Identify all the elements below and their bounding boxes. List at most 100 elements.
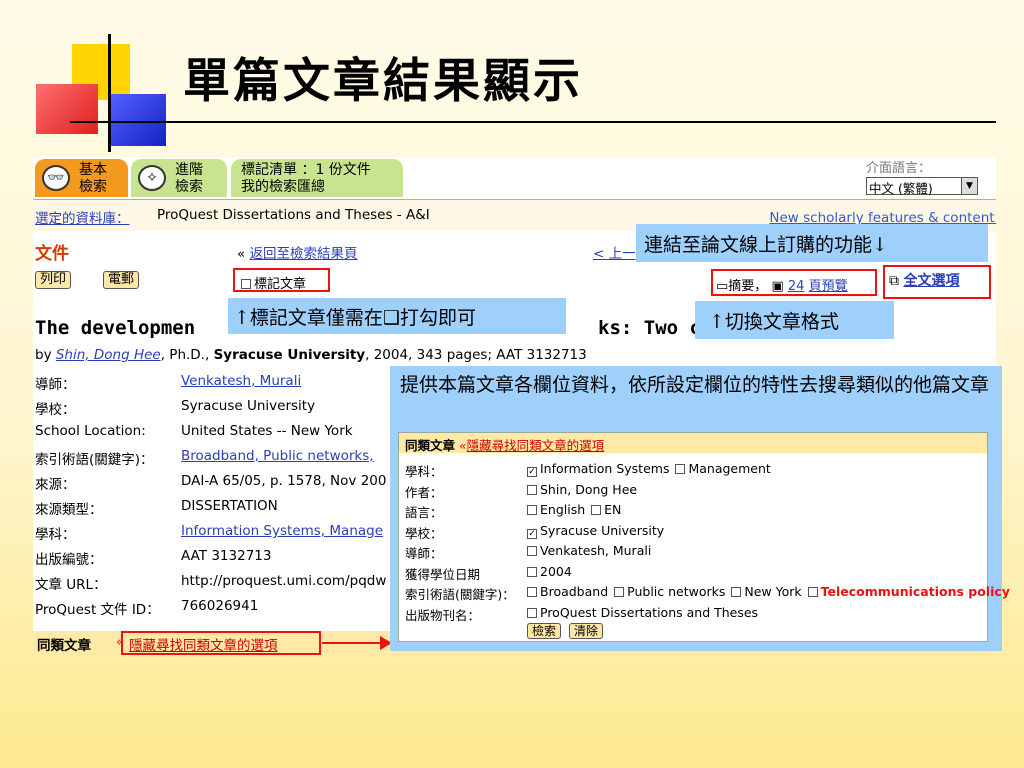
- panel-option[interactable]: 2004: [527, 564, 572, 579]
- tab-basic-label-2: 檢索: [79, 179, 107, 195]
- metadata-labels: 導師： 學校： School Location: 索引術語(關鍵字)： 來源： 來源類型：…: [35, 373, 185, 623]
- panel-option[interactable]: Broadband: [527, 584, 608, 599]
- back-to-results-link[interactable]: 返回至檢索結果頁: [250, 246, 358, 262]
- panel-option[interactable]: Shin, Dong Hee: [527, 482, 637, 497]
- panel-option[interactable]: ✓ Syracuse University: [527, 522, 665, 539]
- fulltext-highlight-box: [883, 265, 991, 299]
- panel-checkbox[interactable]: ✓: [527, 467, 537, 477]
- panel-field-options: ✓ Information Systems Management: [527, 461, 777, 477]
- back-arrow: «: [237, 246, 246, 262]
- panel-option[interactable]: English: [527, 502, 585, 517]
- metadata-label: 文章 URL：: [35, 577, 107, 593]
- panel-option-label: ProQuest Dissertations and Theses: [540, 604, 759, 620]
- metadata-link[interactable]: Information Systems, Manage: [181, 523, 383, 539]
- panel-option-label: Management: [688, 461, 771, 476]
- print-button[interactable]: 列印: [35, 271, 72, 289]
- slide-title: 單篇文章結果顯示: [183, 54, 583, 109]
- panel-checkbox[interactable]: [591, 505, 602, 515]
- panel-option[interactable]: New York: [731, 584, 802, 599]
- panel-clear-button[interactable]: 清除: [569, 623, 604, 639]
- panel-checkbox[interactable]: [527, 587, 537, 597]
- email-button[interactable]: 電郵: [103, 271, 140, 289]
- panel-search-button[interactable]: 檢索: [527, 623, 562, 639]
- panel-field-options: ✓ Syracuse University: [527, 523, 670, 539]
- metadata-value: DISSERTATION: [181, 498, 278, 514]
- metadata-values: Venkatesh, Murali Syracuse University Unit…: [181, 373, 401, 623]
- panel-checkbox[interactable]: [527, 505, 537, 515]
- panel-field-label: 索引術語(關鍵字)：: [405, 587, 515, 602]
- metadata-label: 索引術語(關鍵字)：: [35, 452, 154, 468]
- panel-option-label: Shin, Dong Hee: [540, 481, 638, 497]
- panel-checkbox[interactable]: ✓: [527, 528, 537, 539]
- metadata-value: http://proquest.umi.com/pqdw: [181, 573, 387, 589]
- tab-advanced-search[interactable]: ✧ 進階 檢索: [131, 159, 227, 197]
- panel-checkbox[interactable]: [614, 587, 625, 597]
- panel-head-label: 同類文章: [405, 438, 456, 453]
- byline-university: Syracuse University: [213, 347, 366, 363]
- panel-field-options: ProQuest Dissertations and Theses: [527, 605, 764, 620]
- panel-option[interactable]: Public networks: [614, 584, 725, 599]
- panel-option-label: Syracuse University: [540, 522, 665, 538]
- metadata-value: United States -- New York: [181, 423, 353, 439]
- title-divider: [70, 121, 996, 123]
- byline-details: , 2004, 343 pages; AAT 3132713: [365, 347, 587, 363]
- panel-option[interactable]: ✓ Information Systems: [527, 461, 669, 477]
- tab-mark-label-1: 標記清單 ：1 份文件: [241, 162, 371, 178]
- metadata-label: School Location:: [35, 423, 146, 439]
- metadata-value: Syracuse University: [181, 398, 316, 414]
- similar-articles-panel: 提供本篇文章各欄位資料，依所設定欄位的特性去搜尋類似的他篇文章 同類文章 «隱藏…: [390, 366, 1010, 651]
- mark-highlight-box: [233, 268, 330, 292]
- panel-option[interactable]: Telecommunications policy: [807, 584, 1010, 599]
- tab-marked-list[interactable]: 標記清單 ：1 份文件 我的檢索匯總: [231, 159, 403, 197]
- metadata-link[interactable]: Broadband, Public networks,: [181, 448, 374, 464]
- panel-option[interactable]: Management: [675, 461, 771, 476]
- panel-checkbox[interactable]: [527, 566, 537, 577]
- search-tabs: 👓 基本 檢索 ✧ 進階 檢索 標記清單 ：1 份文件 我的檢索匯總 介面語言：…: [33, 157, 996, 199]
- previous-link[interactable]: < 上一: [593, 242, 636, 262]
- article-title-left: The developmen: [35, 317, 196, 339]
- panel-field-options: 2004: [527, 564, 578, 579]
- metadata-value: AAT 3132713: [181, 548, 272, 564]
- panel-field-options: English EN: [527, 502, 627, 517]
- author-link[interactable]: Shin, Dong Hee: [56, 347, 161, 363]
- panel-field-options: Shin, Dong Hee: [527, 482, 643, 497]
- selected-database-link[interactable]: 選定的資料庫：: [35, 207, 130, 227]
- panel-field-options: Broadband Public networks New York Telecomm…: [527, 584, 1016, 599]
- language-label: 介面語言：: [866, 161, 932, 176]
- format-highlight-box: [711, 269, 877, 296]
- panel-field-options: Venkatesh, Murali: [527, 543, 657, 558]
- panel-checkbox[interactable]: [675, 464, 686, 474]
- panel-checkbox[interactable]: [807, 587, 818, 597]
- metadata-value: DAI-A 65/05, p. 1578, Nov 200: [181, 473, 387, 489]
- panel-checkbox[interactable]: [527, 484, 537, 495]
- panel-checkbox[interactable]: [731, 587, 742, 597]
- panel-option-label: English: [540, 502, 586, 517]
- tab-basic-label-1: 基本: [79, 162, 107, 178]
- byline: by Shin, Dong Hee, Ph.D., Syracuse Unive…: [35, 347, 587, 363]
- metadata-value: 766026941: [181, 598, 259, 614]
- logo-red-square: [36, 84, 98, 134]
- tab-basic-search[interactable]: 👓 基本 檢索: [35, 159, 128, 197]
- interface-language: 介面語言： 中文 (繁體) ▼: [866, 157, 986, 196]
- panel-checkbox[interactable]: [527, 546, 537, 556]
- metadata-label: 來源類型：: [35, 502, 103, 518]
- metadata-label: 學校：: [35, 402, 76, 418]
- panel-option-label: 2004: [540, 563, 572, 579]
- byline-by: by: [35, 347, 52, 363]
- panel-option[interactable]: EN: [591, 502, 621, 517]
- tab-adv-label-1: 進階: [175, 162, 203, 178]
- panel-field-label: 獲得學位日期: [405, 566, 481, 582]
- panel-checkbox[interactable]: [527, 607, 537, 618]
- panel-hide-link[interactable]: 隱藏尋找同類文章的選項: [467, 438, 605, 453]
- language-select[interactable]: 中文 (繁體) ▼: [866, 177, 978, 196]
- metadata-label: 導師：: [35, 377, 76, 393]
- panel-option-label: Telecommunications policy: [820, 584, 1010, 599]
- panel-field-label: 導師：: [405, 546, 443, 561]
- panel-option-label: Public networks: [627, 584, 726, 599]
- panel-option[interactable]: Venkatesh, Murali: [527, 543, 651, 558]
- panel-option-label: Venkatesh, Murali: [540, 543, 652, 558]
- logo-vertical-line: [108, 34, 111, 152]
- panel-option[interactable]: ProQuest Dissertations and Theses: [527, 605, 758, 620]
- metadata-link[interactable]: Venkatesh, Murali: [181, 373, 301, 389]
- panel-field-label: 學校：: [405, 525, 443, 541]
